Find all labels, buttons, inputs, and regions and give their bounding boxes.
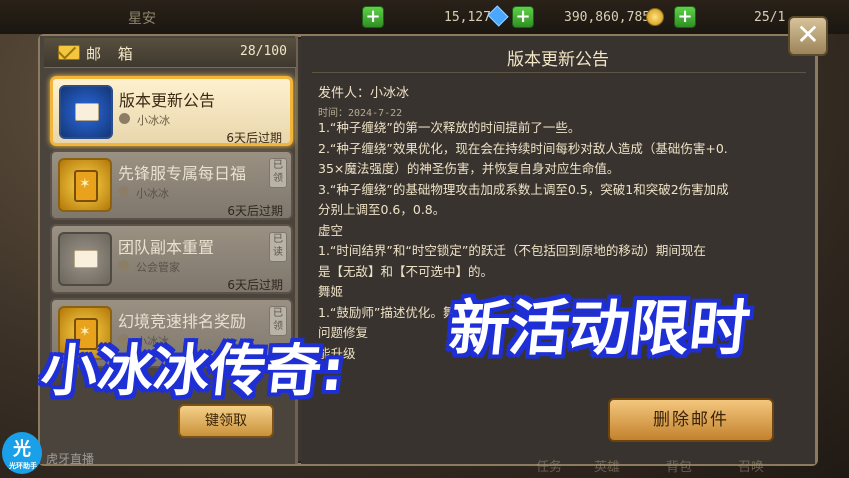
mail-detail-title: 版本更新公告: [507, 50, 609, 70]
promo-text-right: 新活动限时: [445, 294, 754, 364]
mail-thumbnail: [59, 85, 113, 139]
mail-item-expiry: 6天后过期: [226, 131, 282, 145]
top-status-bar: 星安 + 15,127 + 390,860,785 + 25/1: [0, 0, 849, 34]
gold-count: 390,860,785: [564, 10, 651, 25]
body-line: 1.“时间结界”和“时空锁定”的跃迁（不包括回到原地的移动）期间现在: [318, 243, 706, 258]
mail-sender-line: 发件人：小冰冰: [318, 86, 410, 101]
mail-item-sender: 小冰冰: [136, 187, 169, 200]
bottom-tabs: 任务 英雄 背包 召唤: [520, 454, 840, 478]
read-badge: 已读: [269, 232, 287, 262]
mail-item[interactable]: 版本更新公告 小冰冰 6天后过期: [50, 76, 293, 146]
tab-heroes[interactable]: 英雄: [594, 456, 620, 475]
add-stamina-button[interactable]: +: [674, 6, 696, 28]
mail-thumbnail: [58, 158, 112, 212]
mail-item[interactable]: 先锋服专属每日福 小冰冰 6天后过期 已领: [50, 150, 293, 220]
mail-item-sender: 公会管家: [136, 261, 180, 274]
promo-text-left: 小冰冰传奇:: [38, 339, 348, 404]
delete-mail-button[interactable]: 删除邮件: [608, 398, 774, 442]
sender-icon: [119, 113, 130, 124]
body-line: 1.“种子缠绕”的第一次释放的时间提前了一些。: [318, 120, 581, 135]
envelope-icon: [75, 103, 99, 121]
mail-thumbnail: [58, 232, 112, 286]
mail-item-sender: 小冰冰: [137, 114, 170, 127]
mailbox-title: 邮 箱: [86, 45, 139, 63]
sender-icon: [118, 186, 129, 197]
gem-count: 15,127: [444, 10, 491, 25]
body-line: 虚空: [318, 222, 344, 238]
add-gems-button[interactable]: +: [362, 6, 384, 28]
mail-item-title: 团队副本重置: [118, 238, 215, 257]
mail-envelope-icon: [58, 45, 80, 60]
body-line: 分别上调至0.6，0.8。: [318, 202, 446, 217]
tab-tasks[interactable]: 任务: [536, 456, 562, 475]
close-button[interactable]: ✕: [788, 16, 828, 56]
stream-watermark: 虎牙直播: [46, 452, 95, 466]
logo-caption: 光环助手: [9, 462, 37, 470]
body-line: 是【无敌】和【不可选中】的。: [318, 263, 494, 279]
mailbox-count: 28/100: [240, 44, 287, 59]
sender-icon: [118, 260, 129, 271]
body-line: 35×魔法强度）的神圣伤害，并恢复自身对应生命值。: [318, 161, 620, 176]
body-line: 2.“种子缠绕”效果优化，现在会在持续时间每秒对敌人造成（基础伤害+0.: [318, 140, 728, 156]
body-line: 3.“种子缠绕”的基础物理攻击加成系数上调至0.5，突破1和突破2伤害加成: [318, 181, 729, 197]
player-name: 星安: [128, 11, 156, 27]
mail-item-expiry: 6天后过期: [227, 278, 283, 292]
add-gold-button[interactable]: +: [512, 6, 534, 28]
claimed-badge: 已领: [269, 158, 287, 188]
claim-all-button[interactable]: 键领取: [178, 404, 274, 438]
app-logo: 光 光环助手: [2, 432, 42, 474]
logo-glyph: 光: [13, 439, 31, 460]
mail-item-title: 版本更新公告: [119, 91, 216, 110]
envelope-icon: [74, 250, 98, 268]
mail-time-line: 时间：2024-7-22: [318, 108, 403, 119]
tab-bag[interactable]: 背包: [666, 456, 692, 475]
divider: [312, 72, 806, 73]
mail-item[interactable]: 团队副本重置 公会管家 6天后过期 已读: [50, 224, 293, 294]
tab-summon[interactable]: 召唤: [738, 456, 764, 475]
gold-coin-icon: [646, 8, 664, 26]
reward-card-icon: [74, 170, 98, 202]
stamina-count: 25/1: [754, 10, 786, 25]
mail-item-title: 先锋服专属每日福: [118, 164, 247, 183]
mail-item-expiry: 6天后过期: [227, 204, 283, 218]
